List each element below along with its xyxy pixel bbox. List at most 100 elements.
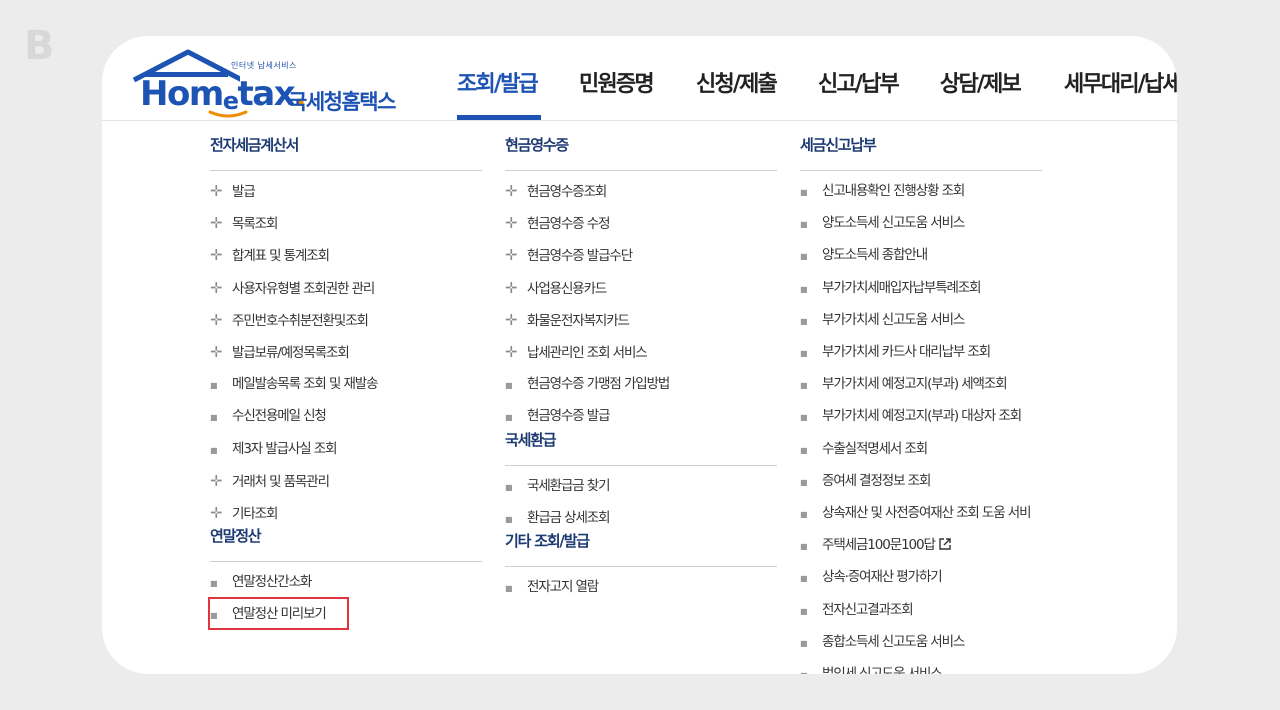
logo-tagline: 인터넷 납세서비스 bbox=[231, 61, 297, 70]
menu-item[interactable]: ■ 환급금 상세조회 bbox=[505, 508, 611, 528]
bullet-icon: ■ bbox=[210, 445, 218, 455]
bullet-icon: ■ bbox=[505, 584, 513, 593]
menu-item-label: 화물운전자복지카드 bbox=[527, 312, 630, 329]
menu-item-label: 수신전용메일 신청 bbox=[232, 408, 327, 425]
menu-item[interactable]: ✛ 사용자유형별 조회권한 관리 bbox=[210, 278, 375, 298]
highlight-box bbox=[208, 597, 349, 631]
bullet-icon: ■ bbox=[800, 284, 808, 294]
menu-item[interactable]: ■ 메일발송목록 조회 및 재발송 bbox=[210, 374, 379, 394]
nav-item-6[interactable]: 세무대리/납세 bbox=[1064, 66, 1177, 98]
menu-item[interactable]: ■ 상속·증여재산 평가하기 bbox=[800, 567, 943, 587]
nav-item-3[interactable]: 신청/제출 bbox=[696, 66, 778, 98]
menu-item[interactable]: ■ 현금영수증 가맹점 가입방법 bbox=[505, 374, 670, 394]
menu-item[interactable]: ■법인세 신고도움 서비스 bbox=[800, 664, 943, 674]
menu-item[interactable]: ■ 연말정산간소화 bbox=[210, 572, 312, 592]
menu-item[interactable]: ✛ 발급 bbox=[210, 181, 256, 201]
menu-item-label: 수출실적명세서 조회 bbox=[822, 440, 928, 457]
menu-item[interactable]: ✛ 사업용신용카드 bbox=[505, 278, 607, 298]
menu-item[interactable]: ■ 양도소득세 신고도움 서비스 bbox=[800, 213, 965, 233]
plus-expand-icon: ✛ bbox=[210, 310, 223, 329]
logo-smile-icon bbox=[208, 110, 248, 118]
external-link-icon bbox=[939, 538, 951, 550]
menu-item[interactable]: ■ 수신전용메일 신청 bbox=[210, 406, 327, 426]
menu-item[interactable]: ■ 부가가치세 카드사 대리납부 조회 bbox=[800, 342, 991, 362]
menu-item[interactable]: ■ 부가가치세 신고도움 서비스 bbox=[800, 310, 965, 330]
menu-item[interactable]: ✛ 납세관리인 조회 서비스 bbox=[505, 342, 648, 362]
menu-item[interactable]: ✛ 화물운전자복지카드 bbox=[505, 310, 630, 330]
plus-expand-icon: ✛ bbox=[210, 214, 223, 233]
menu-item[interactable]: ■ 제3자 발급사실 조회 bbox=[210, 439, 338, 459]
header: 인터넷 납세서비스 Hometax. 국세청홈택스 조회/발급 민원증명 신청/제출… bbox=[102, 36, 1177, 121]
menu-item-label: 부가가치세매입자납부특례조회 bbox=[822, 279, 982, 296]
bullet-icon: ■ bbox=[800, 252, 808, 262]
menu-item[interactable]: ■ 현금영수증 발급 bbox=[505, 406, 611, 426]
menu-item[interactable]: ■ 수출실적명세서 조회 bbox=[800, 439, 928, 459]
menu-item-label: 증여세 결정정보 조회 bbox=[822, 472, 931, 489]
menu-item[interactable]: ■ 종합소득세 신고도움 서비스 bbox=[800, 632, 965, 652]
menu-item-label: 거래처 및 품목관리 bbox=[232, 473, 330, 490]
menu-item-label: 제3자 발급사실 조회 bbox=[232, 440, 338, 457]
menu-item-label: 국세환급금 찾기 bbox=[527, 477, 611, 494]
menu-item-label: 종합소득세 신고도움 서비스 bbox=[822, 633, 965, 650]
menu-item[interactable]: ✛ 합계표 및 통계조회 bbox=[210, 245, 330, 265]
active-nav-underline bbox=[457, 115, 541, 120]
menu-item[interactable]: ✛ 목록조회 bbox=[210, 213, 278, 233]
menu-item-label: 신고내용확인 진행상황 조회 bbox=[822, 183, 965, 199]
menu-item-label: 현금영수증 수정 bbox=[527, 216, 611, 233]
menu-item-label: 전자신고결과조회 bbox=[822, 601, 914, 618]
bullet-icon: ■ bbox=[800, 638, 808, 648]
menu-item-label: 주택세금100문100답 bbox=[822, 537, 936, 554]
menu-item-label: 환급금 상세조회 bbox=[527, 509, 611, 526]
bullet-icon: ■ bbox=[800, 542, 808, 552]
bullet-icon: ■ bbox=[505, 381, 513, 391]
menu-item-label: 상속재산 및 사전증여재산 조회 도움 서비 bbox=[822, 505, 1032, 521]
menu-item[interactable]: ■ 주택세금100문100답 bbox=[800, 535, 952, 555]
menu-item[interactable]: ✛ 현금영수증조회 bbox=[505, 181, 607, 201]
section-title: 전자세금계산서 bbox=[210, 136, 299, 154]
menu-item[interactable]: ■ 부가가치세 예정고지(부과) 대상자 조회 bbox=[800, 406, 1022, 426]
section-title: 국세환급 bbox=[505, 430, 557, 449]
menu-item-label: 발급보류/예정목록조회 bbox=[232, 345, 350, 361]
hometax-logo[interactable]: 인터넷 납세서비스 Hometax. 국세청홈택스 bbox=[130, 48, 415, 118]
menu-item-label: 양도소득세 종합안내 bbox=[822, 247, 928, 264]
plus-expand-icon: ✛ bbox=[505, 343, 518, 361]
nav-item-5[interactable]: 상담/제보 bbox=[940, 66, 1022, 98]
menu-item-label: 사용자유형별 조회권한 관리 bbox=[232, 280, 375, 297]
menu-item[interactable]: ✛ 거래처 및 품목관리 bbox=[210, 471, 330, 491]
bullet-icon: ■ bbox=[800, 666, 822, 674]
menu-item-label: 법인세 신고도움 서비스 bbox=[822, 666, 943, 674]
menu-item[interactable]: ■ 국세환급금 찾기 bbox=[505, 476, 611, 496]
menu-item[interactable]: ✛ 발급보류/예정목록조회 bbox=[210, 342, 350, 362]
menu-panel: 인터넷 납세서비스 Hometax. 국세청홈택스 조회/발급 민원증명 신청/제출… bbox=[102, 36, 1177, 674]
menu-item[interactable]: ■ 부가가치세매입자납부특례조회 bbox=[800, 278, 982, 298]
nav-item-4[interactable]: 신고/납부 bbox=[818, 66, 900, 98]
menu-item[interactable]: ■ 상속재산 및 사전증여재산 조회 도움 서비 bbox=[800, 503, 1032, 523]
menu-item-label: 현금영수증 발급 bbox=[527, 408, 611, 425]
menu-item-label: 목록조회 bbox=[232, 216, 278, 233]
nav-item-1[interactable]: 조회/발급 bbox=[457, 66, 539, 98]
menu-item[interactable]: ■ 전자신고결과조회 bbox=[800, 600, 914, 620]
menu-item-label: 부가가치세 카드사 대리납부 조회 bbox=[822, 344, 991, 360]
menu-item[interactable]: ■ 부가가치세 예정고지(부과) 세액조회 bbox=[800, 374, 1008, 394]
menu-item[interactable]: ✛ 현금영수증 수정 bbox=[505, 213, 611, 233]
menu-item-label: 합계표 및 통계조회 bbox=[232, 248, 330, 265]
menu-item-label: 메일발송목록 조회 및 재발송 bbox=[232, 376, 379, 393]
menu-item[interactable]: ✛ 주민번호수취분전환및조회 bbox=[210, 310, 369, 330]
menu-item[interactable]: ■ 증여세 결정정보 조회 bbox=[800, 471, 931, 491]
bullet-icon: ■ bbox=[210, 381, 218, 391]
menu-item[interactable]: ■ 전자고지 열람 bbox=[505, 577, 599, 597]
bullet-icon: ■ bbox=[800, 606, 808, 616]
menu-item-label: 사업용신용카드 bbox=[527, 280, 607, 297]
plus-expand-icon: ✛ bbox=[210, 182, 223, 200]
menu-item-label: 발급 bbox=[232, 184, 256, 200]
menu-item[interactable]: ✛ 현금영수증 발급수단 bbox=[505, 245, 633, 265]
nav-item-2[interactable]: 민원증명 bbox=[579, 66, 655, 98]
menu-item[interactable]: ✛ 기타조회 bbox=[210, 503, 278, 523]
plus-expand-icon: ✛ bbox=[505, 214, 518, 233]
bullet-icon: ■ bbox=[800, 477, 808, 487]
bullet-icon: ■ bbox=[800, 445, 808, 455]
menu-item[interactable]: ■ 신고내용확인 진행상황 조회 bbox=[800, 181, 965, 201]
menu-item[interactable]: ■ 양도소득세 종합안내 bbox=[800, 245, 928, 265]
menu-item-label: 부가가치세 예정고지(부과) 세액조회 bbox=[822, 376, 1008, 393]
section-divider bbox=[210, 561, 482, 563]
